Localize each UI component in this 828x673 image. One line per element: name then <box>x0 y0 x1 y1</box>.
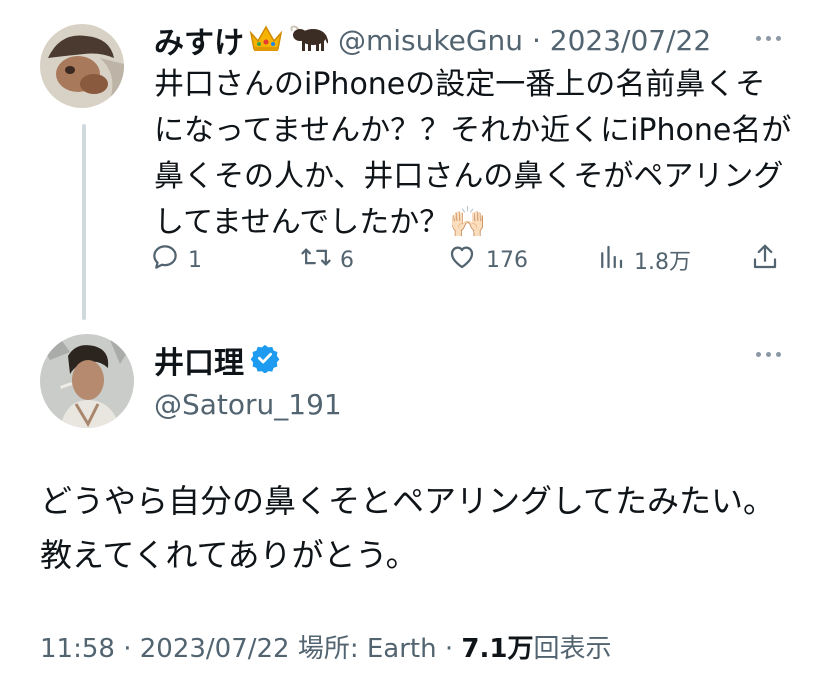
reply-text: 井口さんのiPhoneの設定一番上の名前鼻くそになってませんか？？それか近くにi… <box>154 67 792 240</box>
retweet-icon <box>300 242 332 278</box>
reply-display-name[interactable]: みすけ <box>154 18 244 62</box>
main-text: どうやら自分の鼻くそとペアリングしてたみたい。教えてくれてありがとう。 <box>40 482 776 574</box>
share-icon <box>750 242 780 278</box>
crown-icon <box>248 23 284 57</box>
main-name-row: 井口理 <box>154 338 342 382</box>
like-button[interactable]: 176 <box>446 242 528 278</box>
main-avatar[interactable] <box>40 334 134 428</box>
tweet-date[interactable]: 2023/07/22 <box>140 634 290 664</box>
ox-icon <box>288 23 329 57</box>
reply-more-icon[interactable] <box>756 36 781 41</box>
main-more-icon[interactable] <box>756 352 781 357</box>
tweet-time[interactable]: 11:58 <box>40 634 115 664</box>
reply-header: みすけ @misukeGnu · 2023/07/22 <box>154 18 711 62</box>
analytics-icon <box>596 242 626 278</box>
reply-handle-line: @misukeGnu · 2023/07/22 <box>338 24 711 57</box>
tweet-views-count[interactable]: 7.1万 <box>461 634 533 664</box>
reply-count: 1 <box>188 247 202 273</box>
reply-separator: · <box>531 23 541 57</box>
main-handle[interactable]: @Satoru_191 <box>154 388 342 421</box>
heart-icon <box>446 242 478 278</box>
meta-separator: · <box>444 634 454 664</box>
tweet-location: 場所: Earth <box>297 634 437 664</box>
share-button[interactable] <box>750 242 780 278</box>
tweet-views-label: 回表示 <box>533 634 612 664</box>
thread-line <box>82 124 86 320</box>
reply-avatar[interactable] <box>40 24 124 108</box>
comment-icon <box>150 242 180 278</box>
views-count: 1.8万 <box>634 250 691 275</box>
retweet-button[interactable]: 6 <box>300 242 354 278</box>
reply-date[interactable]: 2023/07/22 <box>550 24 711 57</box>
reply-handle[interactable]: @misukeGnu <box>338 24 523 57</box>
retweet-count: 6 <box>340 247 354 273</box>
main-display-name[interactable]: 井口理 <box>154 338 244 382</box>
reply-actions: 1 6 176 1.8万 <box>150 242 790 282</box>
meta-separator: · <box>123 634 132 664</box>
main-header: 井口理 @Satoru_191 <box>154 338 342 421</box>
views-button[interactable]: 1.8万 <box>596 242 691 278</box>
like-count: 176 <box>486 247 528 273</box>
verified-badge-icon <box>250 343 280 377</box>
reply-button[interactable]: 1 <box>150 242 202 278</box>
tweet-meta: 11:58 · 2023/07/22 場所: Earth · 7.1万回表示 <box>40 628 611 665</box>
